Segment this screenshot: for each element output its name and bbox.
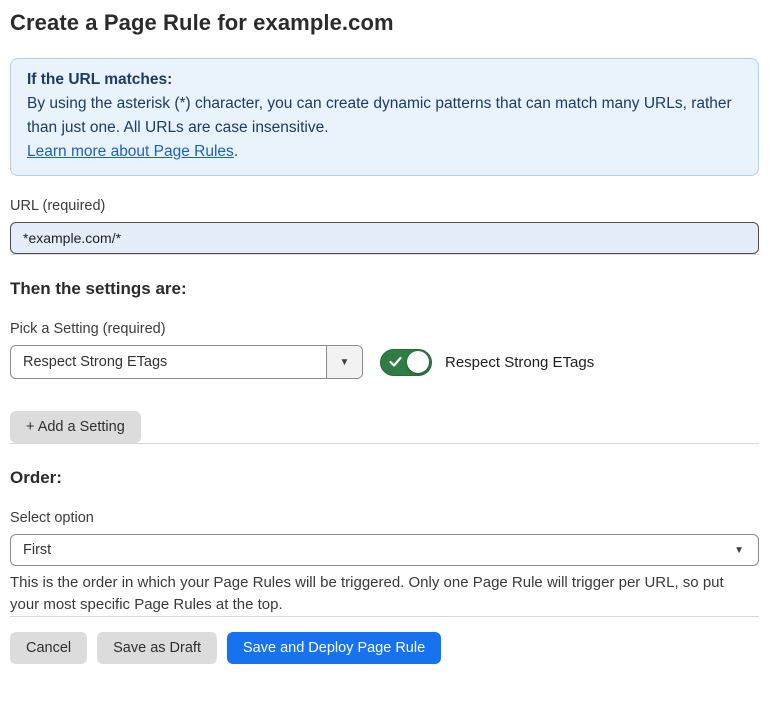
order-help-text: This is the order in which your Page Rul…	[10, 572, 755, 616]
toggle-knob	[407, 351, 429, 373]
page-title: Create a Page Rule for example.com	[10, 10, 759, 36]
info-box-body: By using the asterisk (*) character, you…	[27, 92, 742, 140]
section-divider	[10, 254, 759, 255]
setting-toggle-label: Respect Strong ETags	[445, 354, 594, 371]
url-label: URL (required)	[10, 198, 759, 214]
url-match-info-box: If the URL matches: By using the asteris…	[10, 58, 759, 176]
setting-select[interactable]: Respect Strong ETags ▼	[10, 345, 363, 379]
save-draft-button[interactable]: Save as Draft	[97, 632, 217, 664]
section-divider	[10, 443, 759, 444]
create-page-rule-form: Create a Page Rule for example.com If th…	[0, 0, 769, 664]
cancel-button[interactable]: Cancel	[10, 632, 87, 664]
info-box-heading: If the URL matches:	[27, 68, 742, 92]
settings-heading: Then the settings are:	[10, 279, 759, 299]
save-deploy-button[interactable]: Save and Deploy Page Rule	[227, 632, 441, 664]
add-setting-button[interactable]: + Add a Setting	[10, 411, 141, 443]
setting-toggle[interactable]	[380, 349, 432, 376]
order-select-label: Select option	[10, 510, 759, 526]
url-input[interactable]	[10, 222, 759, 254]
order-select[interactable]: First ▼	[10, 534, 759, 566]
chevron-down-icon[interactable]: ▼	[326, 346, 362, 378]
setting-toggle-group: Respect Strong ETags	[380, 349, 594, 376]
learn-more-link[interactable]: Learn more about Page Rules	[27, 143, 234, 160]
link-period: .	[234, 143, 238, 160]
check-icon	[389, 357, 402, 368]
order-select-value: First	[23, 542, 51, 558]
info-box-link-line: Learn more about Page Rules.	[27, 140, 742, 164]
order-heading: Order:	[10, 468, 759, 488]
pick-setting-label: Pick a Setting (required)	[10, 321, 759, 337]
setting-row: Respect Strong ETags ▼ Respect Strong ET…	[10, 345, 759, 379]
footer-actions: Cancel Save as Draft Save and Deploy Pag…	[10, 632, 759, 664]
footer-divider	[10, 616, 759, 617]
chevron-down-icon: ▼	[734, 545, 744, 556]
setting-select-value: Respect Strong ETags	[11, 346, 326, 378]
